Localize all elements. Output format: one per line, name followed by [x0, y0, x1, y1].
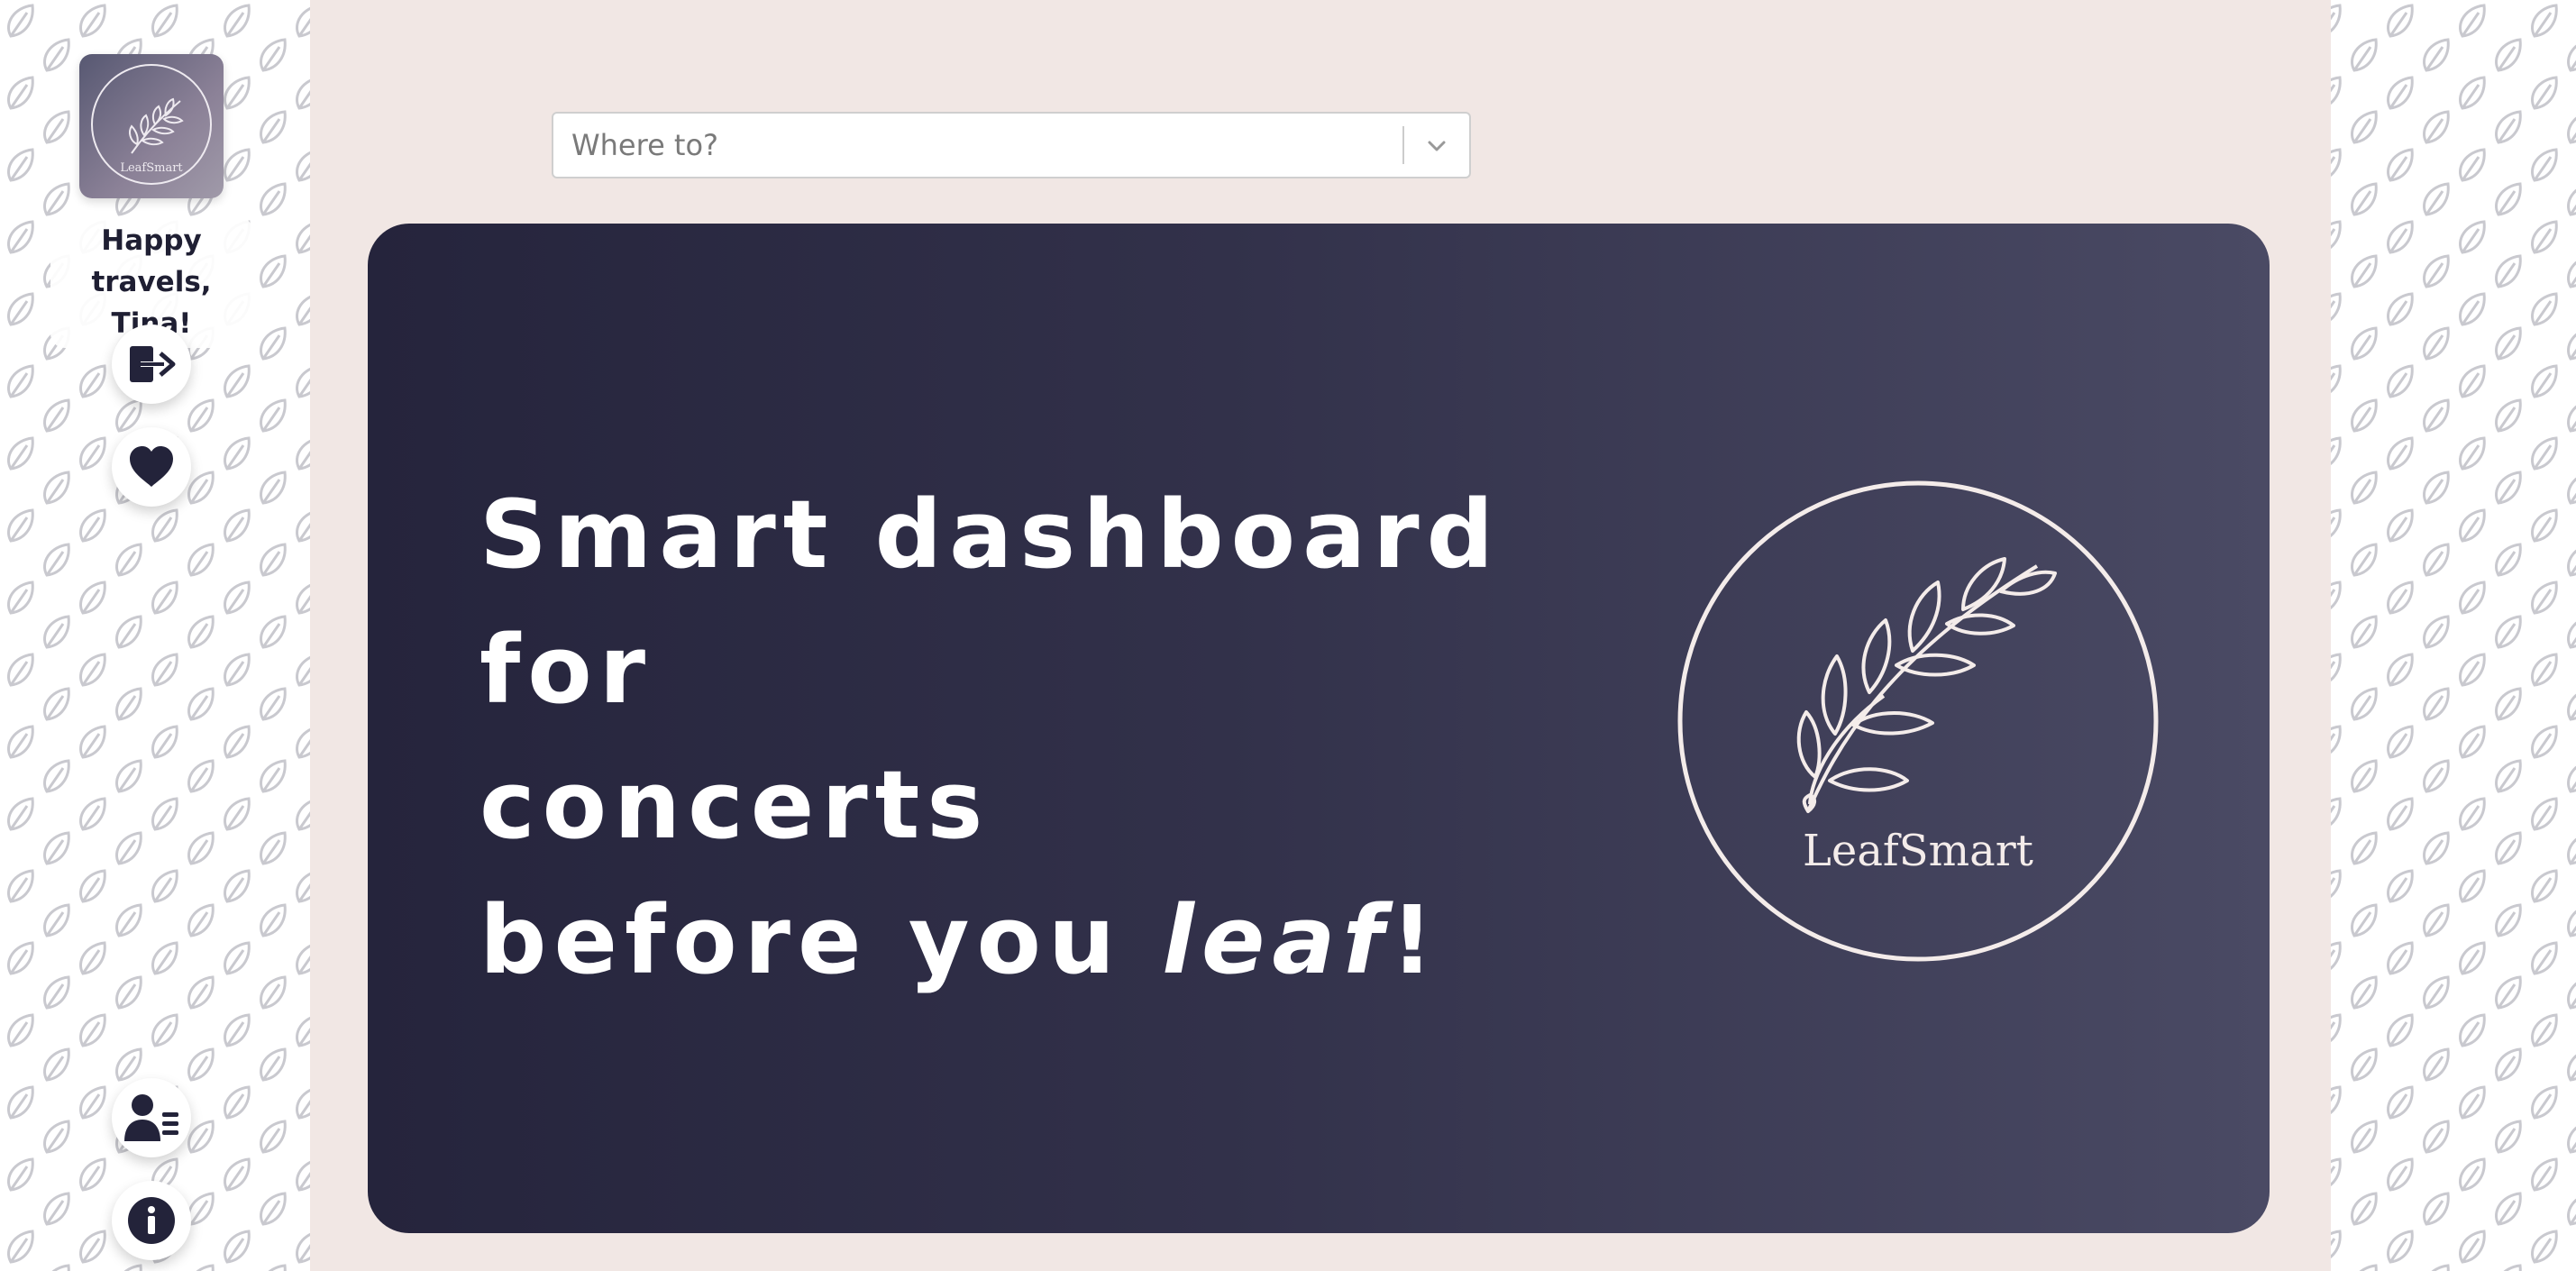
- info-icon: [128, 1197, 175, 1244]
- heart-icon: [130, 446, 173, 487]
- info-button[interactable]: [112, 1181, 191, 1260]
- hero-line-4-prefix: before you: [480, 885, 1163, 995]
- hero-line-1: Smart dashboard: [480, 480, 1502, 590]
- hero-line-4-emphasis: leaf: [1162, 885, 1391, 995]
- hero-line-2: for: [480, 615, 653, 725]
- logout-icon: [130, 346, 176, 382]
- destination-select[interactable]: Where to?: [552, 112, 1471, 178]
- select-separator: [1402, 126, 1404, 164]
- hero-line-3: concerts: [480, 750, 991, 860]
- left-rail: LeafSmart Happy travels, Tina!: [0, 0, 310, 1271]
- emblem-text: LeafSmart: [1803, 826, 2033, 876]
- leafsmart-logo[interactable]: LeafSmart: [79, 54, 224, 198]
- hero-banner: Smart dashboard for concerts before you …: [368, 224, 2270, 1233]
- logo-text: LeafSmart: [120, 161, 183, 175]
- destination-placeholder: Where to?: [571, 128, 719, 162]
- profile-button[interactable]: [112, 1078, 191, 1157]
- chevron-down-icon[interactable]: [1420, 130, 1453, 162]
- user-list-icon: [124, 1094, 178, 1141]
- leaf-emblem-icon: LeafSmart: [1677, 480, 2159, 962]
- greeting-line-1: Happy: [101, 224, 202, 257]
- hero-title: Smart dashboard for concerts before you …: [480, 467, 1501, 1008]
- hero-line-4: before you leaf!: [480, 873, 1501, 1008]
- favorites-button[interactable]: [112, 427, 191, 507]
- leafsmart-emblem: LeafSmart: [1676, 480, 2160, 963]
- main-content: Where to? Smart dashboard for concerts b…: [310, 0, 2331, 1271]
- logout-button[interactable]: [112, 325, 191, 404]
- leaf-logo-icon: LeafSmart: [91, 64, 212, 185]
- hero-line-4-suffix: !: [1390, 885, 1441, 995]
- right-background-pattern: [2331, 0, 2576, 1271]
